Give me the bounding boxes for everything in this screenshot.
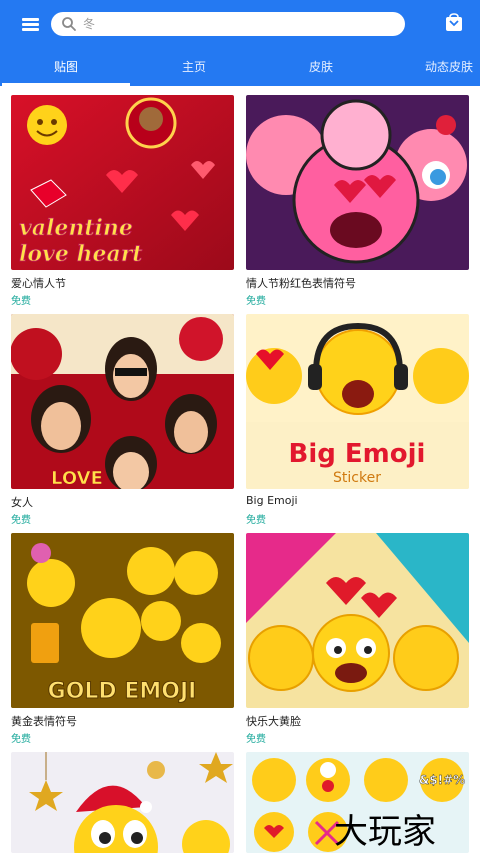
search-input[interactable] <box>83 14 383 34</box>
price-label: 免费 <box>11 515 31 526</box>
search-bar[interactable] <box>51 12 405 36</box>
sticker-title: 女人 <box>11 496 33 509</box>
sticker-title: 快乐大黄脸 <box>246 715 301 728</box>
thumb-sticker-text: Sticker <box>333 470 381 486</box>
sticker-thumbnail <box>246 95 469 270</box>
price-label: 免费 <box>246 734 266 745</box>
price-label: 免费 <box>11 296 31 307</box>
thumb-title-line-1: valentine <box>19 215 133 241</box>
thumb-title-line-2: love heart <box>19 241 142 267</box>
tab-bar: 贴图 主页 皮肤 动态皮肤 <box>0 48 480 86</box>
tab-skins[interactable]: 皮肤 <box>257 48 385 86</box>
price-label: 免费 <box>11 734 31 745</box>
tab-stickers[interactable]: 贴图 <box>2 48 130 86</box>
active-tab-indicator <box>2 83 130 86</box>
thumb-gold-emoji-text: GOLD EMOJI <box>48 679 197 704</box>
sticker-thumbnail <box>11 752 234 853</box>
thumb-symbols-text: &$!#% <box>419 773 465 787</box>
thumb-love-text: LOVE <box>51 468 103 489</box>
store-button[interactable] <box>443 12 465 34</box>
sticker-title: 黄金表情符号 <box>11 715 77 728</box>
tab-label: 动态皮肤 <box>424 60 473 74</box>
thumb-big-emoji-text: Big Emoji <box>289 439 426 469</box>
price-label: 免费 <box>246 515 266 526</box>
sticker-thumbnail <box>246 533 469 708</box>
tab-live-skins[interactable]: 动态皮肤 <box>385 48 480 86</box>
search-icon <box>62 17 76 31</box>
menu-button[interactable] <box>18 12 44 36</box>
tab-label: 贴图 <box>53 60 78 74</box>
sticker-title: 情人节粉红色表情符号 <box>246 277 356 290</box>
shopping-bag-icon <box>446 13 462 31</box>
sticker-thumbnail: valentine love heart <box>11 95 234 270</box>
tab-label: 皮肤 <box>308 60 333 74</box>
sticker-title: 爱心情人节 <box>11 277 66 290</box>
watermark-logo: 大玩家 <box>334 812 436 852</box>
sticker-thumbnail: Big Emoji Sticker <box>246 314 469 489</box>
sticker-thumbnail: LOVE <box>11 314 234 489</box>
top-bar <box>0 0 480 48</box>
price-label: 免费 <box>246 296 266 307</box>
tab-label: 主页 <box>181 60 206 74</box>
sticker-thumbnail: GOLD EMOJI <box>11 533 234 708</box>
app-header: 贴图 主页 皮肤 动态皮肤 <box>0 0 480 86</box>
sticker-title: Big Emoji <box>246 494 298 507</box>
tab-home[interactable]: 主页 <box>130 48 258 86</box>
